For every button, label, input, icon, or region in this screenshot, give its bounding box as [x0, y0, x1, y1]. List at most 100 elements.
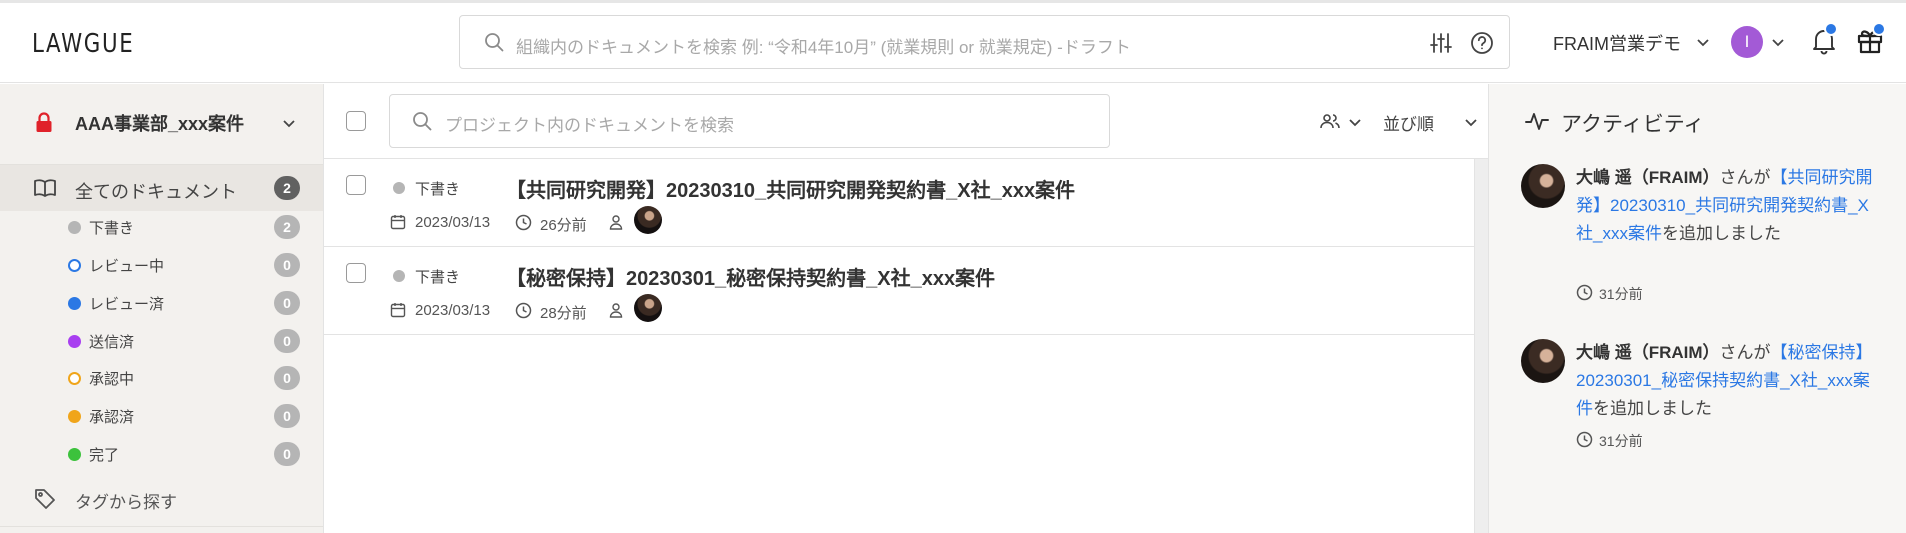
org-switcher[interactable]: FRAIM営業デモ — [1553, 30, 1681, 56]
top-header: LAWGUE 組織内のドキュメントを検索 例: “令和4年10月” (就業規則 … — [0, 3, 1906, 83]
status-dot — [393, 270, 405, 282]
global-search-input[interactable]: 組織内のドキュメントを検索 例: “令和4年10月” (就業規則 or 就業規定… — [516, 33, 1131, 58]
clock-icon — [1576, 431, 1593, 453]
status-dot — [68, 410, 81, 423]
activity-action: を追加しました — [1661, 224, 1781, 243]
divider — [0, 526, 323, 527]
activity-text: 大嶋 遥（FRAIM）さんが【秘密保持】20230301_秘密保持契約書_X社_… — [1576, 339, 1881, 423]
document-title[interactable]: 【秘密保持】20230301_秘密保持契約書_X社_xxx案件 — [506, 262, 995, 291]
user-avatar[interactable]: I — [1731, 26, 1763, 58]
document-status: 下書き — [415, 181, 461, 198]
activity-verb: さんが — [1719, 343, 1771, 362]
project-name: AAA事業部_xxx案件 — [75, 114, 245, 134]
global-search-box[interactable]: 組織内のドキュメントを検索 例: “令和4年10月” (就業規則 or 就業規定… — [459, 15, 1510, 69]
activity-user-avatar[interactable] — [1521, 339, 1565, 383]
status-dot — [68, 448, 81, 461]
status-dot — [68, 297, 81, 310]
users-filter-icon[interactable] — [1320, 113, 1340, 134]
activity-pulse-icon — [1525, 111, 1549, 136]
help-icon[interactable] — [1469, 30, 1495, 61]
list-toolbar: プロジェクト内のドキュメントを検索 並び順 — [324, 84, 1488, 159]
count-badge: 2 — [274, 215, 300, 239]
project-search-box[interactable]: プロジェクト内のドキュメントを検索 — [389, 94, 1110, 148]
chevron-down-icon[interactable] — [1771, 35, 1785, 53]
chevron-down-icon[interactable] — [1464, 115, 1478, 133]
sidebar-item-label: レビュー中 — [89, 258, 165, 275]
sidebar-item-draft[interactable]: 下書き 2 — [0, 211, 323, 241]
search-icon — [484, 32, 504, 57]
activity-time: 31分前 — [1599, 286, 1643, 302]
calendar-icon — [390, 214, 406, 235]
activity-panel: アクティビティ 大嶋 遥（FRAIM）さんが【共同研究開発】20230310_共… — [1488, 84, 1906, 533]
status-dot — [68, 372, 81, 385]
activity-text: 大嶋 遥（FRAIM）さんが【共同研究開発】20230310_共同研究開発契約書… — [1576, 164, 1881, 248]
lock-icon — [35, 111, 53, 138]
status-dot — [393, 182, 405, 194]
count-badge: 0 — [274, 442, 300, 466]
count-badge: 0 — [274, 404, 300, 428]
chevron-down-icon[interactable] — [1696, 35, 1710, 53]
sidebar-item-approved[interactable]: 承認済 0 — [0, 400, 323, 430]
document-date: 2023/03/13 — [415, 302, 491, 319]
sidebar-item-label: 全てのドキュメント — [75, 182, 237, 202]
sidebar-item-label: 完了 — [89, 447, 120, 464]
row-checkbox[interactable] — [346, 175, 366, 195]
sidebar-item-label: 送信済 — [89, 334, 135, 351]
sidebar-item-label: 承認中 — [89, 371, 135, 388]
sidebar-item-label: レビュー済 — [89, 296, 165, 313]
sidebar-item-completed[interactable]: 完了 0 — [0, 438, 323, 468]
clock-icon — [1576, 284, 1593, 306]
filter-sliders-icon[interactable] — [1429, 31, 1453, 60]
activity-action: を追加しました — [1593, 399, 1712, 418]
sidebar-item-reviewing[interactable]: レビュー中 0 — [0, 249, 323, 279]
member-avatar[interactable] — [634, 294, 662, 322]
clock-icon — [515, 302, 532, 324]
activity-user-avatar[interactable] — [1521, 164, 1565, 208]
calendar-icon — [390, 302, 406, 323]
activity-title: アクティビティ — [1561, 113, 1705, 136]
count-badge: 0 — [274, 253, 300, 277]
status-dot — [68, 259, 81, 272]
sidebar-item-reviewed[interactable]: レビュー済 0 — [0, 287, 323, 317]
notification-dot — [1824, 22, 1838, 36]
sidebar-item-tags[interactable]: タグから探す — [0, 479, 323, 519]
book-open-icon — [33, 178, 57, 203]
document-date: 2023/03/13 — [415, 214, 491, 231]
sidebar-item-sent[interactable]: 送信済 0 — [0, 325, 323, 355]
status-dot — [68, 335, 81, 348]
project-search-input[interactable]: プロジェクト内のドキュメントを検索 — [445, 111, 734, 136]
project-selector[interactable]: AAA事業部_xxx案件 — [0, 84, 323, 164]
select-all-checkbox[interactable] — [346, 111, 366, 131]
count-badge: 0 — [274, 366, 300, 390]
document-updated-ago: 26分前 — [540, 217, 587, 234]
member-avatar[interactable] — [634, 206, 662, 234]
chevron-down-icon[interactable] — [282, 116, 296, 134]
status-dot — [68, 221, 81, 234]
user-icon — [608, 302, 624, 323]
sidebar-item-approving[interactable]: 承認中 0 — [0, 362, 323, 392]
count-badge: 0 — [274, 329, 300, 353]
sort-dropdown[interactable]: 並び順 — [1383, 110, 1434, 135]
activity-user-name[interactable]: 大嶋 遥（FRAIM） — [1576, 343, 1720, 362]
sidebar-item-label: タグから探す — [75, 493, 177, 512]
document-row[interactable]: 下書き 【秘密保持】20230301_秘密保持契約書_X社_xxx案件 2023… — [324, 247, 1474, 335]
user-icon — [608, 214, 624, 235]
tag-icon — [34, 488, 56, 515]
activity-user-name[interactable]: 大嶋 遥（FRAIM） — [1576, 168, 1720, 187]
sidebar-item-label: 承認済 — [89, 409, 135, 426]
clock-icon — [515, 214, 532, 236]
row-checkbox[interactable] — [346, 263, 366, 283]
sidebar: AAA事業部_xxx案件 全てのドキュメント 2 下書き 2 レビュー中 0 レ… — [0, 84, 324, 533]
document-row[interactable]: 下書き 【共同研究開発】20230310_共同研究開発契約書_X社_xxx案件 … — [324, 159, 1474, 247]
app-logo[interactable]: LAWGUE — [32, 29, 134, 59]
chevron-down-icon[interactable] — [1348, 115, 1362, 133]
gift-badge-dot — [1872, 22, 1886, 36]
document-list-panel: プロジェクト内のドキュメントを検索 並び順 下書き 【共同研究開発】202303… — [324, 84, 1488, 533]
search-icon — [412, 111, 432, 136]
document-title[interactable]: 【共同研究開発】20230310_共同研究開発契約書_X社_xxx案件 — [506, 174, 1075, 203]
count-badge: 0 — [274, 291, 300, 315]
sidebar-item-all-documents[interactable]: 全てのドキュメント 2 — [0, 165, 323, 211]
document-updated-ago: 28分前 — [540, 305, 587, 322]
document-status: 下書き — [415, 269, 461, 286]
vertical-scrollbar[interactable] — [1474, 159, 1488, 533]
